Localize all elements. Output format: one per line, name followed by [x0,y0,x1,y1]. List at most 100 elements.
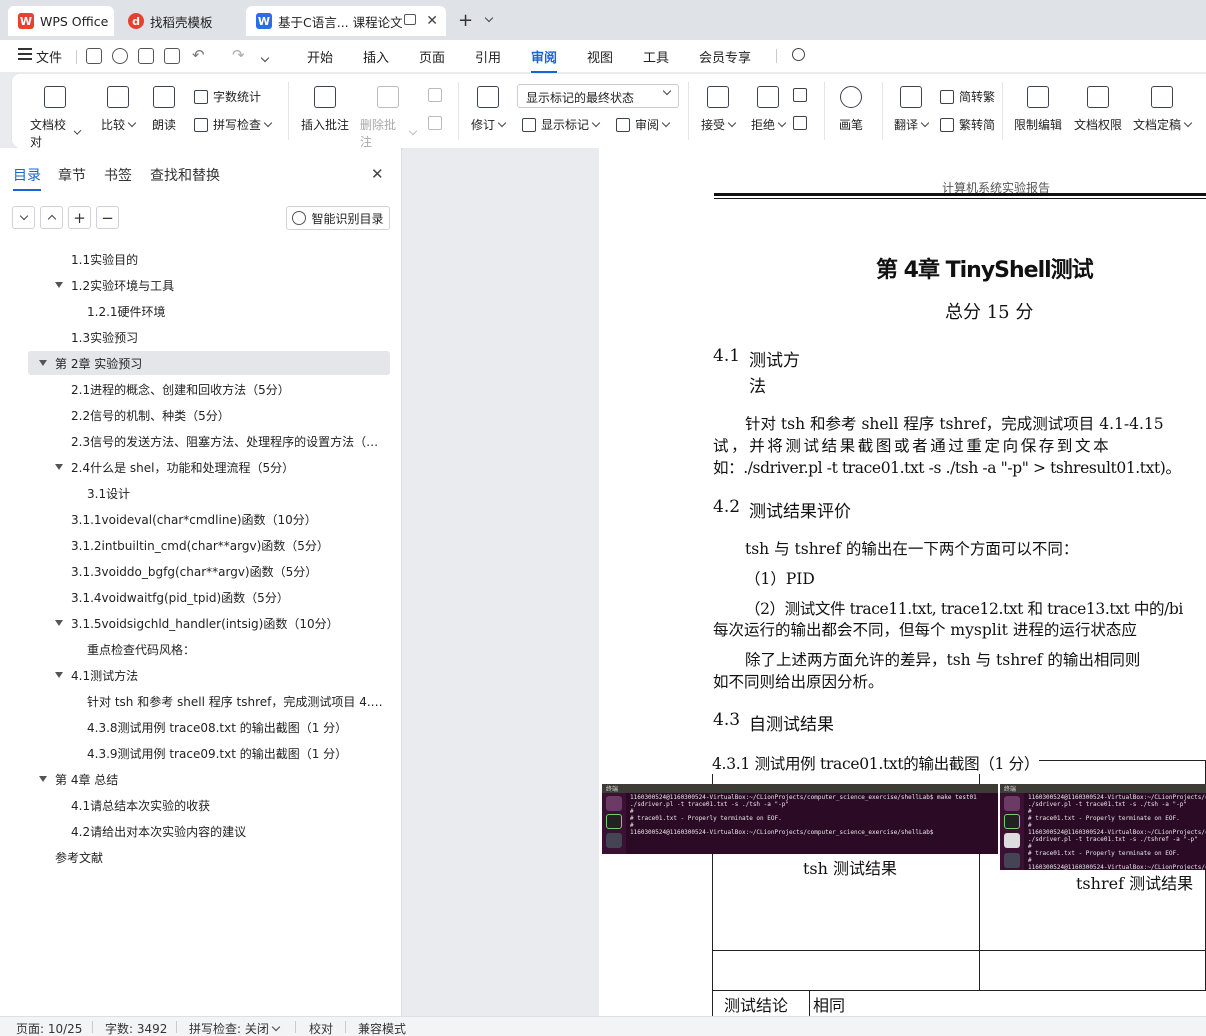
spell-check-button[interactable]: 拼写检查 [194,116,273,133]
tshref-result-label: tshref 测试结果 [1076,874,1194,893]
compare-button[interactable]: 比较 [98,86,138,133]
toc-item-label: 第 4章 总结 [55,772,119,787]
compare-icon [107,86,129,108]
toc-item[interactable]: 4.2请给出对本次实验内容的建议 [28,819,390,843]
prev-change-icon[interactable] [793,88,812,102]
undo-icon[interactable]: ↶ [192,46,205,64]
toc-item[interactable]: 3.1.4voidwaitfg(pid_tpid)函数（5分） [28,585,390,609]
toc-item[interactable]: 2.2信号的机制、种类（5分） [28,403,390,427]
toc-item[interactable]: 2.3信号的发送方法、阻塞方法、处理程序的设置方法（… [28,429,390,453]
toc-item[interactable]: 重点检查代码风格： [28,637,390,661]
markup-state-select[interactable]: 显示标记的最终状态 [517,84,679,108]
toc-item[interactable]: 2.1进程的概念、创建和回收方法（5分） [28,377,390,401]
new-tab-icon[interactable]: + [458,10,473,31]
paragraph-line: 针对 tsh 和参考 shell 程序 tshref，完成测试项目 4.1-4.… [745,415,1164,433]
remove-heading-button[interactable]: − [96,206,119,229]
read-aloud-button[interactable]: 朗读 [149,86,179,133]
page-indicator[interactable]: 页面: 10/25 [16,1020,82,1036]
caret-down-icon[interactable] [55,282,63,288]
menu-file[interactable]: 文件 [36,47,62,66]
toc-item[interactable]: 3.1.5voidsigchld_handler(intsig)函数（10分） [28,611,390,635]
print-preview-icon[interactable] [164,48,180,64]
reject-button[interactable]: 拒绝 [748,86,788,133]
translate-button[interactable]: 翻译 [892,86,930,133]
menu-reference[interactable]: 引用 [475,47,501,66]
tab-wps-office[interactable]: W WPS Office [8,6,114,36]
save-icon[interactable] [86,48,102,64]
hamburger-icon[interactable] [18,48,32,60]
pen-button[interactable]: 画笔 [836,86,866,133]
toc-item[interactable]: 4.1请总结本次实验的收获 [28,793,390,817]
close-icon[interactable]: ✕ [371,165,384,183]
accept-button[interactable]: 接受 [698,86,738,133]
toc-item[interactable]: 第 2章 实验预习 [28,351,390,375]
simp-to-trad-button[interactable]: 简转繁 [940,88,995,105]
caret-down-icon[interactable] [39,360,47,366]
toc-item[interactable]: 3.1.1voideval(char*cmdline)函数（10分） [28,507,390,531]
toc-item[interactable]: 针对 tsh 和参考 shell 程序 tshref，完成测试项目 4.1 … [28,689,390,713]
toc-item[interactable]: 1.2.1硬件环境 [28,299,390,323]
word-count-button[interactable]: 字数统计 [194,88,261,105]
tab-bookmarks[interactable]: 书签 [104,165,132,185]
toc-item-label: 3.1.1voideval(char*cmdline)函数（10分） [71,512,317,527]
toc-item[interactable]: 1.3实验预习 [28,325,390,349]
tab-chapters[interactable]: 章节 [58,165,86,185]
trad-to-simp-button[interactable]: 繁转简 [940,116,995,133]
collapse-button[interactable] [12,206,35,229]
chevron-down-icon[interactable] [258,50,270,64]
spell-check-status[interactable]: 拼写检查: 关闭 [189,1020,281,1036]
toc-item[interactable]: 4.3.8测试用例 trace08.txt 的输出截图（1 分） [28,715,390,739]
window-icon[interactable] [404,14,416,25]
insert-comment-button[interactable]: 插入批注 [300,86,350,133]
toc-item[interactable]: 4.3.9测试用例 trace09.txt 的输出截图（1 分） [28,741,390,765]
print-icon[interactable] [138,48,154,64]
caret-down-icon[interactable] [39,776,47,782]
toc-item[interactable]: 3.1.2intbuiltin_cmd(char**argv)函数（5分） [28,533,390,557]
tab-find-replace[interactable]: 查找和替换 [150,165,220,185]
revise-button[interactable]: 修订 [470,86,507,133]
toc-item[interactable]: 2.4什么是 shel，功能和处理流程（5分） [28,455,390,479]
proofread-status[interactable]: 校对 [309,1020,333,1036]
toc-item[interactable]: 参考文献 [28,845,390,869]
menu-view[interactable]: 视图 [587,47,613,66]
document-page[interactable]: 计算机系统实验报告 第 4章 TinyShell测试 总分 15 分 4.1 测… [599,148,1206,1016]
caret-down-icon[interactable] [55,464,63,470]
menu-page[interactable]: 页面 [419,47,445,66]
toc-item[interactable]: 4.1测试方法 [28,663,390,687]
toc-item[interactable]: 3.1设计 [28,481,390,505]
word-count[interactable]: 字数: 3492 [105,1020,167,1036]
add-heading-button[interactable]: + [68,206,91,229]
toc-item[interactable]: 3.1.3voiddo_bgfg(char**argv)函数（5分） [28,559,390,583]
doc-rights-button[interactable]: 文档权限 [1072,86,1124,133]
delete-comment-button[interactable]: 删除批注 [360,86,418,150]
close-icon[interactable]: ✕ [426,13,438,29]
prev-comment-icon[interactable] [428,88,447,102]
menu-tools[interactable]: 工具 [643,47,669,66]
menu-insert[interactable]: 插入 [363,47,389,66]
search-icon[interactable] [792,48,805,61]
menu-member[interactable]: 会员专享 [699,47,751,66]
toc-item[interactable]: 第 4章 总结 [28,767,390,791]
tab-docer[interactable]: d 找稻壳模板 [118,6,242,36]
doc-finalize-button[interactable]: 文档定稿 [1132,86,1193,133]
next-change-icon[interactable] [793,116,812,130]
share-icon[interactable] [112,48,128,64]
next-comment-icon[interactable] [428,116,447,130]
caret-down-icon[interactable] [55,672,63,678]
redo-icon[interactable]: ↷ [232,46,245,64]
tab-toc[interactable]: 目录 [13,165,41,191]
chevron-down-icon[interactable] [482,10,494,24]
caret-down-icon[interactable] [55,620,63,626]
toc-item[interactable]: 1.2实验环境与工具 [28,273,390,297]
tab-document[interactable]: W 基于C语言... 课程论文 ✕ [246,6,446,36]
doc-check-button[interactable]: 文档校对 [30,86,82,150]
menu-review[interactable]: 审阅 [531,47,558,73]
smart-toc-button[interactable]: 智能识别目录 [286,206,390,230]
toc-item[interactable]: 1.1实验目的 [28,247,390,271]
show-markup-button[interactable]: 显示标记 [522,116,601,133]
review-pane-button[interactable]: 审阅 [616,116,671,133]
menu-home[interactable]: 开始 [307,47,333,66]
expand-up-button[interactable] [40,206,63,229]
restrict-edit-button[interactable]: 限制编辑 [1012,86,1064,133]
pen-label: 画笔 [838,118,863,132]
